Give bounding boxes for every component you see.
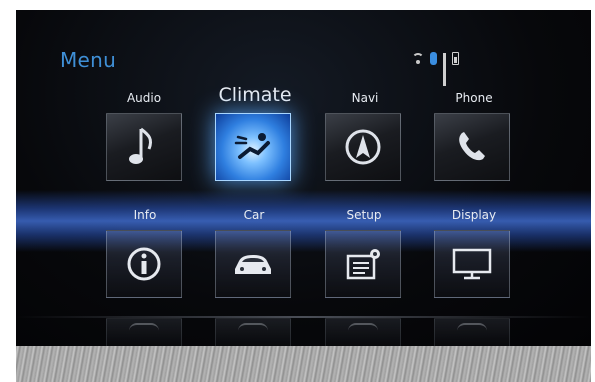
info-button[interactable] xyxy=(106,230,182,298)
menu-label-info: Info xyxy=(133,208,157,222)
bluetooth-icon xyxy=(430,52,437,65)
car-button[interactable] xyxy=(215,230,291,298)
setup-icon xyxy=(346,249,380,280)
menu-label-display: Display xyxy=(451,208,497,222)
climate-seat-icon xyxy=(234,133,270,159)
infotainment-screen: Menu Audio Climate Navi Phone Info Car S… xyxy=(16,10,591,346)
menu-label-car: Car xyxy=(243,208,265,222)
phone-button[interactable] xyxy=(434,113,510,181)
music-note-icon xyxy=(129,127,153,164)
display-icon xyxy=(452,248,492,280)
car-icon xyxy=(235,255,271,274)
status-bar xyxy=(412,52,459,86)
bezel-left xyxy=(0,10,16,382)
setup-button[interactable] xyxy=(325,230,401,298)
tile-reflection xyxy=(106,318,182,346)
bezel-top xyxy=(0,0,595,10)
battery-icon xyxy=(452,52,459,65)
menu-label-climate: Climate xyxy=(218,84,292,106)
signal-icon xyxy=(443,53,446,86)
page-title: Menu xyxy=(60,48,117,72)
phone-icon xyxy=(459,132,485,161)
tile-reflection xyxy=(434,318,510,346)
menu-label-audio: Audio xyxy=(126,91,162,105)
compass-icon xyxy=(345,129,381,165)
display-button[interactable] xyxy=(434,230,510,298)
wifi-icon xyxy=(412,53,424,65)
info-icon xyxy=(127,247,161,281)
tile-reflection xyxy=(215,318,291,346)
audio-button[interactable] xyxy=(106,113,182,181)
menu-label-phone: Phone xyxy=(455,91,493,105)
menu-label-setup: Setup xyxy=(346,208,382,222)
tile-reflection xyxy=(325,318,401,346)
climate-button[interactable] xyxy=(215,113,291,181)
bezel-trim xyxy=(16,346,591,382)
menu-label-navi: Navi xyxy=(351,91,379,105)
navi-button[interactable] xyxy=(325,113,401,181)
